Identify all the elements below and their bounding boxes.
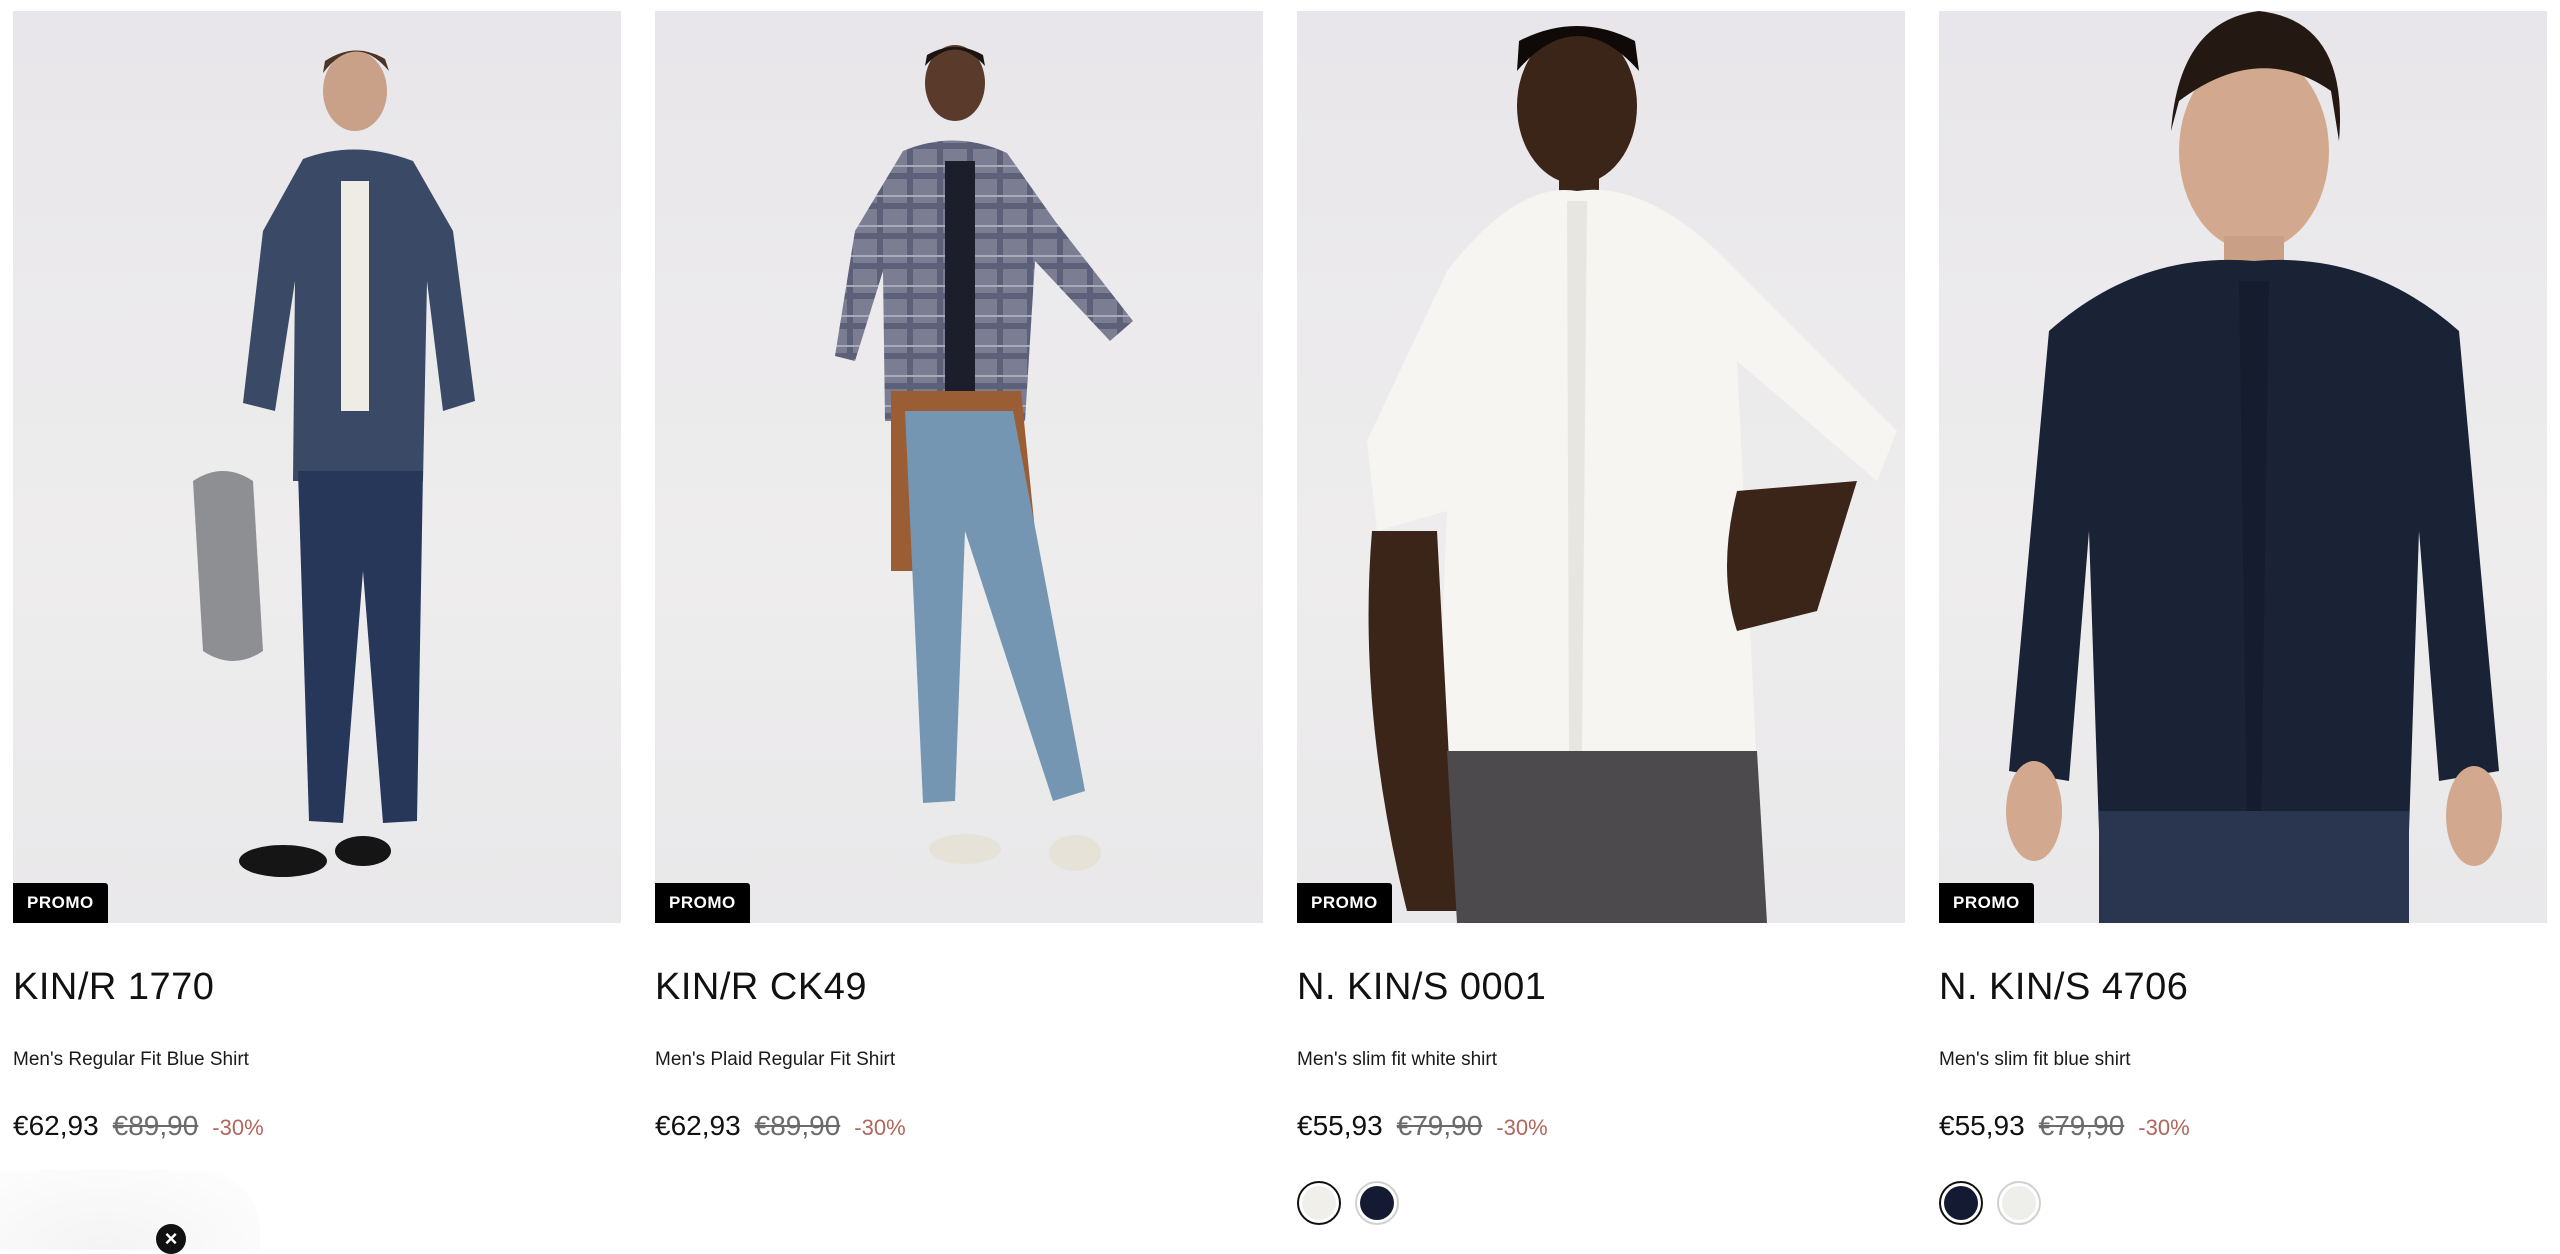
product-card[interactable]: PROMO KIN/R 1770 Men's Regular Fit Blue …: [13, 11, 621, 1225]
product-photo: [1367, 26, 1897, 923]
swatch-color: [1944, 1186, 1978, 1220]
product-card[interactable]: PROMO N. KIN/S 0001 Men's slim fit white…: [1297, 11, 1905, 1225]
popup-panel: [0, 1170, 260, 1250]
original-price: €79,90: [2038, 1110, 2125, 1141]
product-name[interactable]: N. KIN/S 4706: [1939, 965, 2547, 1009]
current-price: €55,93: [1939, 1110, 2025, 1141]
product-name[interactable]: KIN/R 1770: [13, 965, 621, 1009]
promo-badge: PROMO: [655, 883, 750, 923]
color-swatch-navy[interactable]: [1939, 1181, 1983, 1225]
current-price: €62,93: [655, 1110, 741, 1141]
discount-badge: -30%: [1496, 1115, 1548, 1140]
swatch-color: [1302, 1186, 1336, 1220]
price-row: €55,93 €79,90 -30%: [1297, 1111, 1905, 1143]
discount-badge: -30%: [2138, 1115, 2190, 1140]
product-photo: [835, 45, 1133, 871]
product-card[interactable]: PROMO N. KIN/S 4706 Men's slim fit blue …: [1939, 11, 2547, 1225]
product-photo: [193, 50, 475, 877]
promo-badge: PROMO: [1939, 883, 2034, 923]
promo-badge: PROMO: [13, 883, 108, 923]
close-icon[interactable]: ×: [156, 1224, 186, 1254]
original-price: €89,90: [754, 1110, 841, 1141]
promo-badge: PROMO: [1297, 883, 1392, 923]
product-card[interactable]: PROMO KIN/R CK49 Men's Plaid Regular Fit…: [655, 11, 1263, 1225]
discount-badge: -30%: [854, 1115, 906, 1140]
color-swatch-white[interactable]: [1297, 1181, 1341, 1225]
product-name[interactable]: KIN/R CK49: [655, 965, 1263, 1009]
product-description: Men's Regular Fit Blue Shirt: [13, 1049, 249, 1070]
color-swatches: [1939, 1181, 2547, 1225]
color-swatches: [1297, 1181, 1905, 1225]
product-photo: [2006, 11, 2502, 923]
product-image[interactable]: PROMO: [1939, 11, 2547, 923]
product-description: Men's slim fit white shirt: [1297, 1049, 1498, 1070]
product-description: Men's slim fit blue shirt: [1939, 1049, 2131, 1070]
product-name[interactable]: N. KIN/S 0001: [1297, 965, 1905, 1009]
discount-badge: -30%: [212, 1115, 264, 1140]
product-description: Men's Plaid Regular Fit Shirt: [655, 1049, 896, 1070]
swatch-color: [1360, 1186, 1394, 1220]
product-image[interactable]: PROMO: [655, 11, 1263, 923]
current-price: €55,93: [1297, 1110, 1383, 1141]
original-price: €89,90: [112, 1110, 199, 1141]
color-swatch-white[interactable]: [1997, 1181, 2041, 1225]
current-price: €62,93: [13, 1110, 99, 1141]
original-price: €79,90: [1396, 1110, 1483, 1141]
product-image[interactable]: PROMO: [1297, 11, 1905, 923]
product-image[interactable]: PROMO: [13, 11, 621, 923]
product-grid: PROMO KIN/R 1770 Men's Regular Fit Blue …: [13, 11, 2547, 1225]
price-row: €62,93 €89,90 -30%: [655, 1111, 1263, 1143]
price-row: €62,93 €89,90 -30%: [13, 1111, 621, 1143]
color-swatch-navy[interactable]: [1355, 1181, 1399, 1225]
swatch-color: [2002, 1186, 2036, 1220]
price-row: €55,93 €79,90 -30%: [1939, 1111, 2547, 1143]
